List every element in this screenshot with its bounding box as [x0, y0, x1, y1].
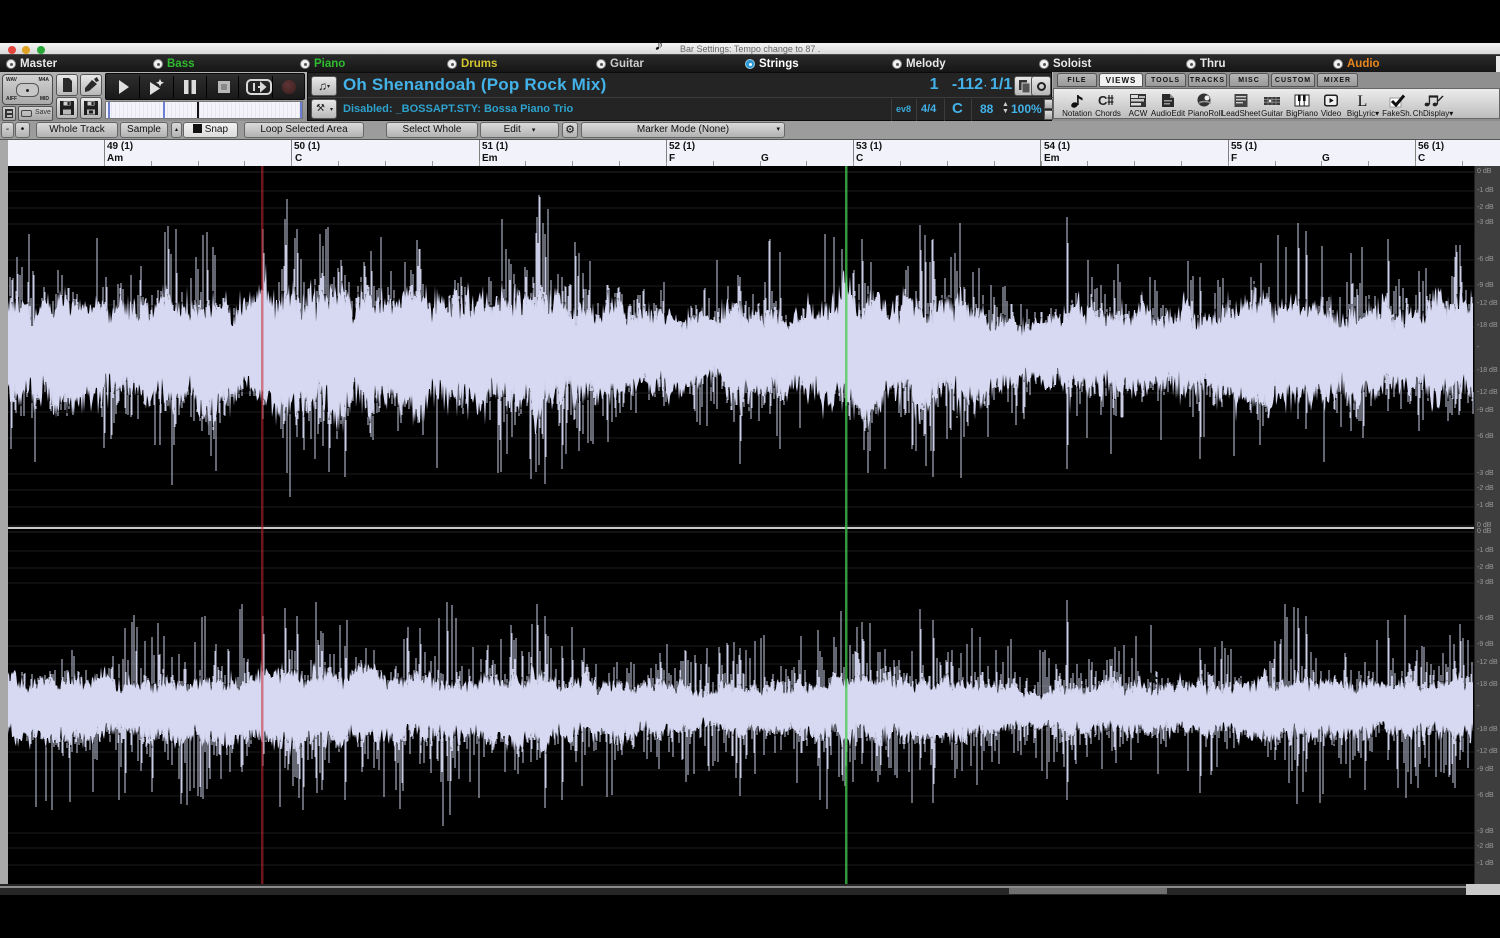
svg-text:C: C	[1098, 93, 1108, 108]
svg-text:L: L	[1358, 93, 1368, 109]
